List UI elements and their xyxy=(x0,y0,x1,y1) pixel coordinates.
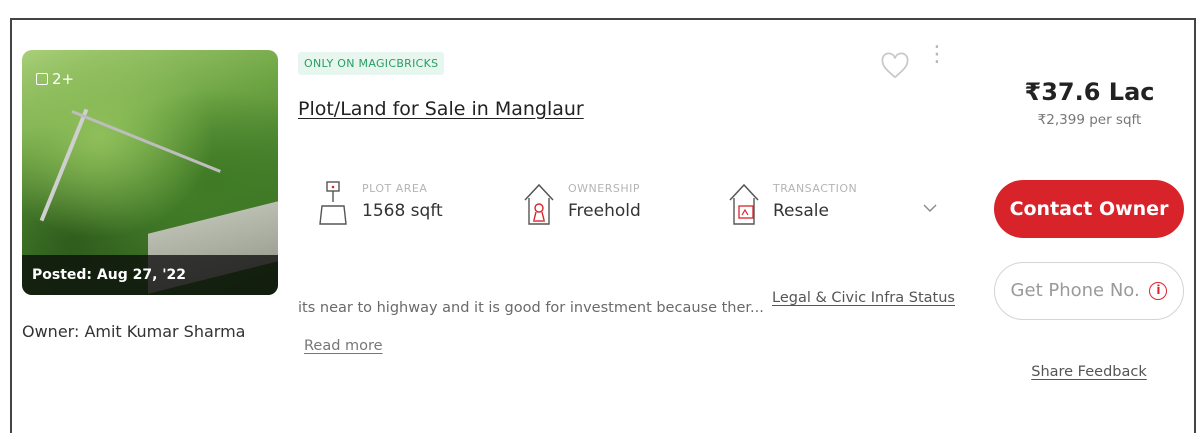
read-more-link[interactable]: Read more xyxy=(304,338,383,354)
photo-rope xyxy=(71,110,221,173)
attribute-ownership: OWNERSHIP Freehold xyxy=(522,180,641,228)
price-total: ₹37.6 Lac xyxy=(1024,78,1155,106)
plot-area-icon xyxy=(319,181,347,225)
posted-date: Posted: Aug 27, '22 xyxy=(22,255,278,295)
share-feedback-link[interactable]: Share Feedback xyxy=(994,364,1184,380)
owner-name: Owner: Amit Kumar Sharma xyxy=(22,322,246,341)
ownership-icon xyxy=(524,183,554,225)
ownership-label: OWNERSHIP xyxy=(568,182,640,195)
more-options-icon[interactable]: ⋮ xyxy=(926,44,948,86)
ownership-value: Freehold xyxy=(568,201,641,221)
get-phone-label: Get Phone No. xyxy=(1010,280,1140,301)
heart-icon[interactable] xyxy=(880,52,910,80)
exclusive-tag: ONLY ON MAGICBRICKS xyxy=(298,52,445,75)
photo-count-label: 2+ xyxy=(52,70,75,88)
property-title[interactable]: Plot/Land for Sale in Manglaur xyxy=(298,98,584,120)
attribute-text: PLOT AREA 1568 sqft xyxy=(362,180,443,221)
gallery-icon xyxy=(36,73,48,85)
contact-owner-button[interactable]: Contact Owner xyxy=(994,180,1184,238)
plot-area-label: PLOT AREA xyxy=(362,182,428,195)
property-card: 2+ Posted: Aug 27, '22 Owner: Amit Kumar… xyxy=(10,18,1196,433)
transaction-icon xyxy=(729,183,759,225)
info-icon: i xyxy=(1149,282,1168,300)
legal-status-link[interactable]: Legal & Civic Infra Status xyxy=(772,290,955,306)
attribute-plot-area: PLOT AREA 1568 sqft xyxy=(316,180,443,228)
transaction-label: TRANSACTION xyxy=(773,182,858,195)
attribute-text: OWNERSHIP Freehold xyxy=(568,180,641,221)
chevron-down-icon[interactable] xyxy=(922,202,938,214)
get-phone-button[interactable]: Get Phone No. i xyxy=(994,262,1184,320)
photo-pole xyxy=(39,108,89,222)
attribute-text: TRANSACTION Resale xyxy=(773,180,857,221)
transaction-value: Resale xyxy=(773,201,829,221)
property-description: its near to highway and it is good for i… xyxy=(298,300,764,316)
property-photo[interactable]: 2+ Posted: Aug 27, '22 xyxy=(22,50,278,295)
attribute-transaction: TRANSACTION Resale xyxy=(727,180,857,228)
plot-area-value: 1568 sqft xyxy=(362,201,443,221)
photo-count-badge[interactable]: 2+ xyxy=(36,70,74,88)
price-per-sqft: ₹2,399 per sqft xyxy=(1037,112,1142,128)
